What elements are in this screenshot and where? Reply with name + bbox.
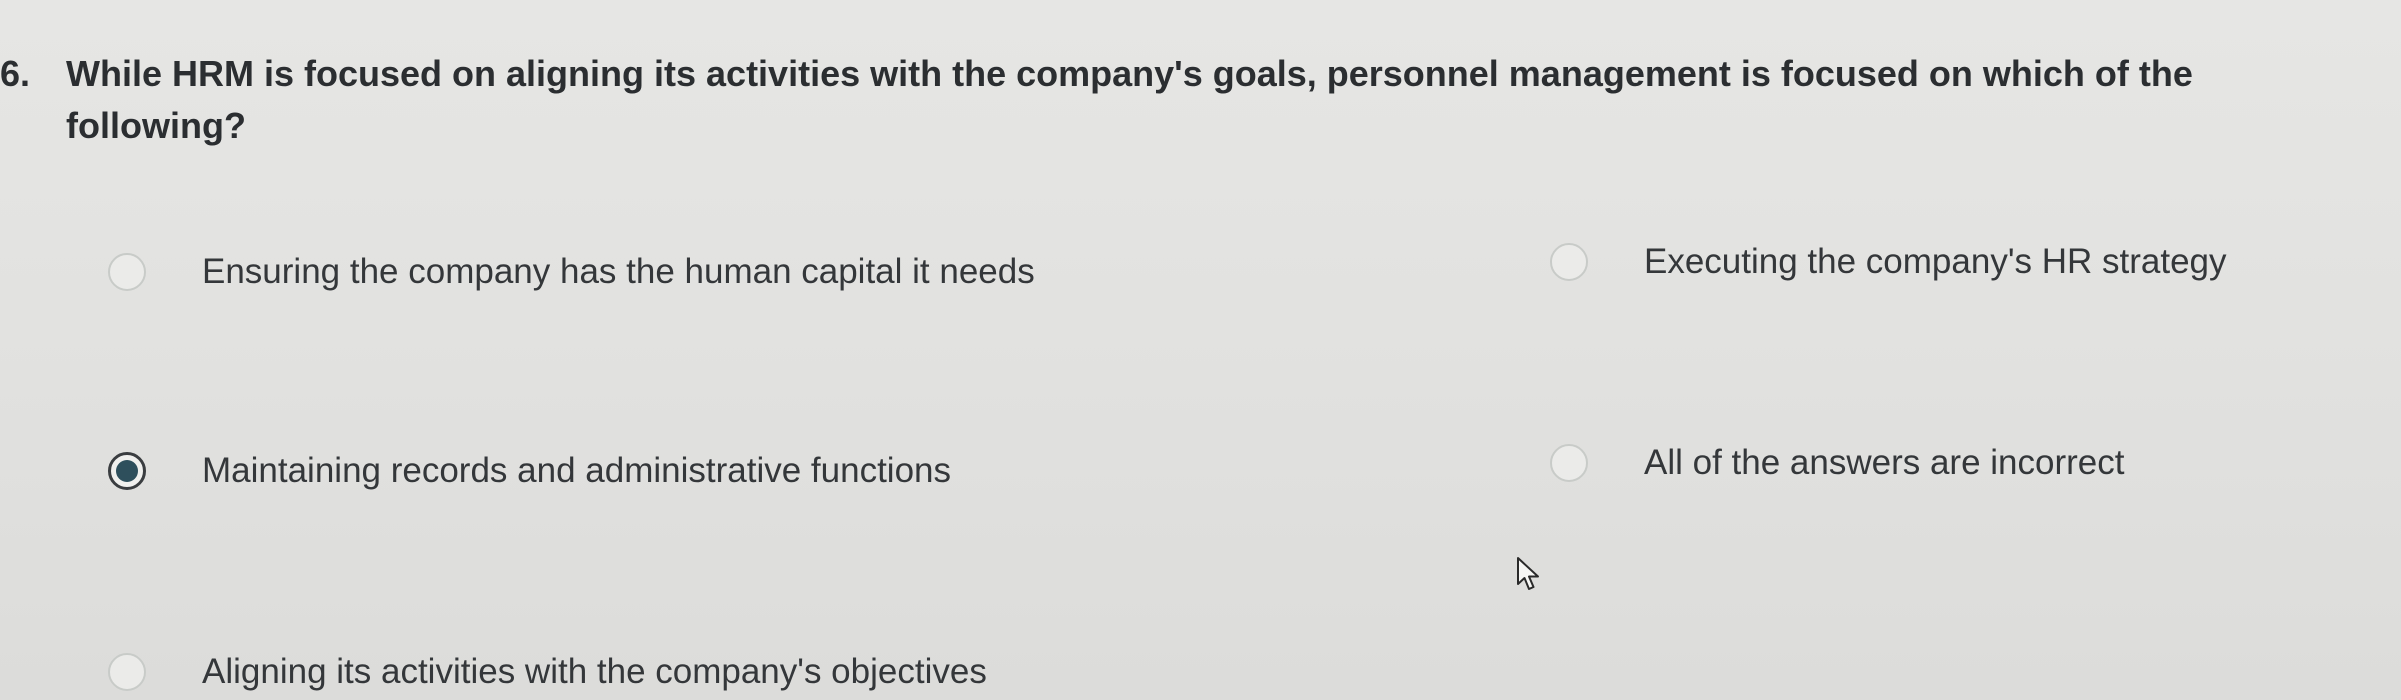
answer-option-d[interactable]: All of the answers are incorrect [1550, 443, 2124, 483]
answer-option-c[interactable]: Maintaining records and administrative f… [108, 451, 951, 491]
answer-label-e: Aligning its activities with the company… [202, 652, 987, 691]
answer-label-d: All of the answers are incorrect [1644, 443, 2125, 482]
question-number: 6. [0, 53, 31, 94]
radio-button-d[interactable] [1550, 444, 1588, 482]
answer-label-a: Ensuring the company has the human capit… [202, 252, 1035, 291]
radio-button-b[interactable] [1550, 243, 1588, 281]
radio-button-a[interactable] [108, 253, 146, 291]
answer-label-b: Executing the company's HR strategy [1644, 242, 2227, 281]
answer-option-a[interactable]: Ensuring the company has the human capit… [108, 252, 1035, 292]
radio-button-e[interactable] [108, 653, 146, 691]
radio-button-c-selected[interactable] [108, 452, 146, 490]
question-text-block: 6. While HRM is focused on aligning its … [0, 48, 2370, 152]
answer-option-e[interactable]: Aligning its activities with the company… [108, 652, 987, 692]
question-prompt: While HRM is focused on aligning its act… [66, 53, 2193, 146]
answer-option-b[interactable]: Executing the company's HR strategy [1550, 242, 2227, 282]
mouse-pointer-icon [1517, 557, 1539, 590]
answer-label-c: Maintaining records and administrative f… [202, 451, 951, 490]
